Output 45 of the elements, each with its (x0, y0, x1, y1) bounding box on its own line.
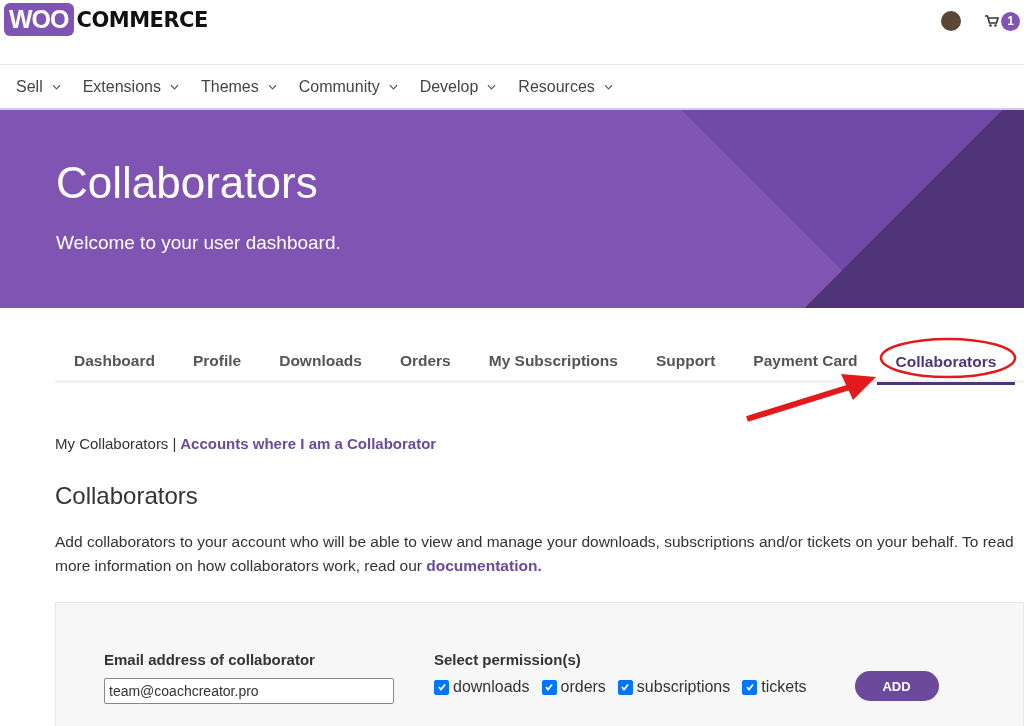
permission-label: subscriptions (636, 678, 731, 697)
welcome-text: Welcome to your user dashboard. (56, 232, 342, 254)
current-section-label: My Collaborators (55, 435, 169, 452)
section-heading: Collaborators (55, 482, 199, 510)
cart-count: 1 (1001, 11, 1020, 31)
chevron-down-icon (487, 83, 497, 90)
dashboard-tab[interactable]: Orders (380, 350, 470, 380)
nav-menu-item[interactable]: Themes (200, 77, 277, 96)
nav-menu-item[interactable]: Resources (518, 77, 613, 96)
add-button[interactable]: ADD (854, 671, 939, 702)
separator: | (172, 435, 177, 452)
nav-menu-item[interactable]: Community (298, 77, 398, 96)
dashboard-tab[interactable]: Collaborators (876, 350, 1016, 385)
avatar-icon[interactable] (941, 11, 961, 31)
logo-wordmark[interactable]: COMMERCE (76, 7, 208, 32)
dashboard-tab[interactable]: My Subscriptions (469, 350, 637, 380)
page-title: Collaborators (56, 158, 319, 208)
dashboard-tab[interactable]: Dashboard (55, 350, 174, 380)
chevron-down-icon (388, 83, 398, 90)
chevron-down-icon (267, 83, 277, 90)
field-label: Email address of collaborator (104, 651, 316, 669)
description-text: Add collaborators to your account who will be able to view and manage your downloads, subscriptions and/or tickets on your behalf. To read more information on how collaborators work, read our documentation. (55, 532, 1015, 576)
accounts-link[interactable]: Accounts where I am a Collaborator (180, 435, 437, 452)
nav-menu-item[interactable]: Sell (16, 77, 61, 96)
nav-menu-item[interactable]: Extensions (82, 77, 179, 96)
nav-menu-item[interactable]: Develop (419, 77, 497, 96)
permissions-label: Select permission(s) (434, 651, 582, 669)
permission-label: downloads (453, 678, 530, 697)
chevron-down-icon (603, 83, 613, 90)
checkbox[interactable] (742, 679, 758, 695)
cart-icon[interactable] (985, 15, 999, 27)
chevron-down-icon (51, 83, 61, 90)
chevron-down-icon (169, 83, 179, 90)
checkbox[interactable] (434, 679, 449, 695)
permission-label: orders (560, 678, 606, 697)
email-input[interactable]: team@coachcreator.pro (104, 678, 394, 705)
logo-mark[interactable]: WOO (4, 3, 74, 36)
checkbox[interactable] (541, 679, 557, 695)
checkbox[interactable] (617, 679, 633, 695)
documentation-link[interactable]: documentation. (426, 557, 542, 574)
dashboard-tab[interactable]: Payment Card (734, 350, 877, 380)
dashboard-tab[interactable]: Profile (173, 350, 261, 380)
permission-label: tickets (761, 678, 807, 697)
dashboard-tab[interactable]: Downloads (260, 350, 381, 380)
dashboard-tab[interactable]: Support (636, 350, 735, 380)
